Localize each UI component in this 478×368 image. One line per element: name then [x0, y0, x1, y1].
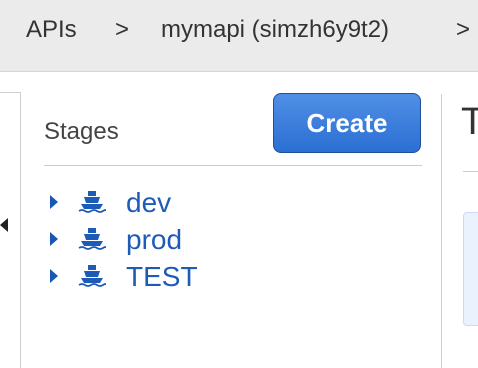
divider: [20, 92, 21, 368]
breadcrumb-apis-link[interactable]: APIs: [26, 15, 77, 45]
caret-right-icon[interactable]: [50, 195, 58, 209]
stage-item-dev[interactable]: dev: [44, 183, 244, 220]
stages-title: Stages: [44, 118, 119, 145]
caret-left-icon[interactable]: [0, 218, 8, 232]
info-box: [463, 212, 478, 326]
divider: [463, 171, 478, 172]
ship-icon: [78, 228, 106, 250]
stage-label[interactable]: prod: [126, 224, 182, 256]
breadcrumb-api-name-link[interactable]: mymapi (simzh6y9t2): [161, 15, 389, 45]
create-stage-button[interactable]: Create: [273, 93, 421, 153]
stage-item-test[interactable]: TEST: [44, 257, 244, 294]
caret-right-icon[interactable]: [50, 232, 58, 246]
stage-label[interactable]: TEST: [126, 261, 198, 293]
stage-list: dev prod TEST: [44, 183, 244, 294]
ship-icon: [78, 191, 106, 213]
breadcrumb-separator: >: [115, 16, 130, 43]
stage-detail-heading: T: [461, 101, 478, 143]
breadcrumb-separator: >: [456, 16, 471, 43]
panel-divider: [441, 94, 442, 368]
stage-label[interactable]: dev: [126, 187, 171, 219]
left-sidebar-edge: [0, 72, 22, 368]
divider: [0, 92, 20, 93]
caret-right-icon[interactable]: [50, 269, 58, 283]
divider: [44, 165, 422, 166]
ship-icon: [78, 265, 106, 287]
stages-panel: Stages Create dev prod TEST: [44, 72, 424, 368]
stage-item-prod[interactable]: prod: [44, 220, 244, 257]
breadcrumb: APIs > mymapi (simzh6y9t2) >: [0, 0, 478, 72]
